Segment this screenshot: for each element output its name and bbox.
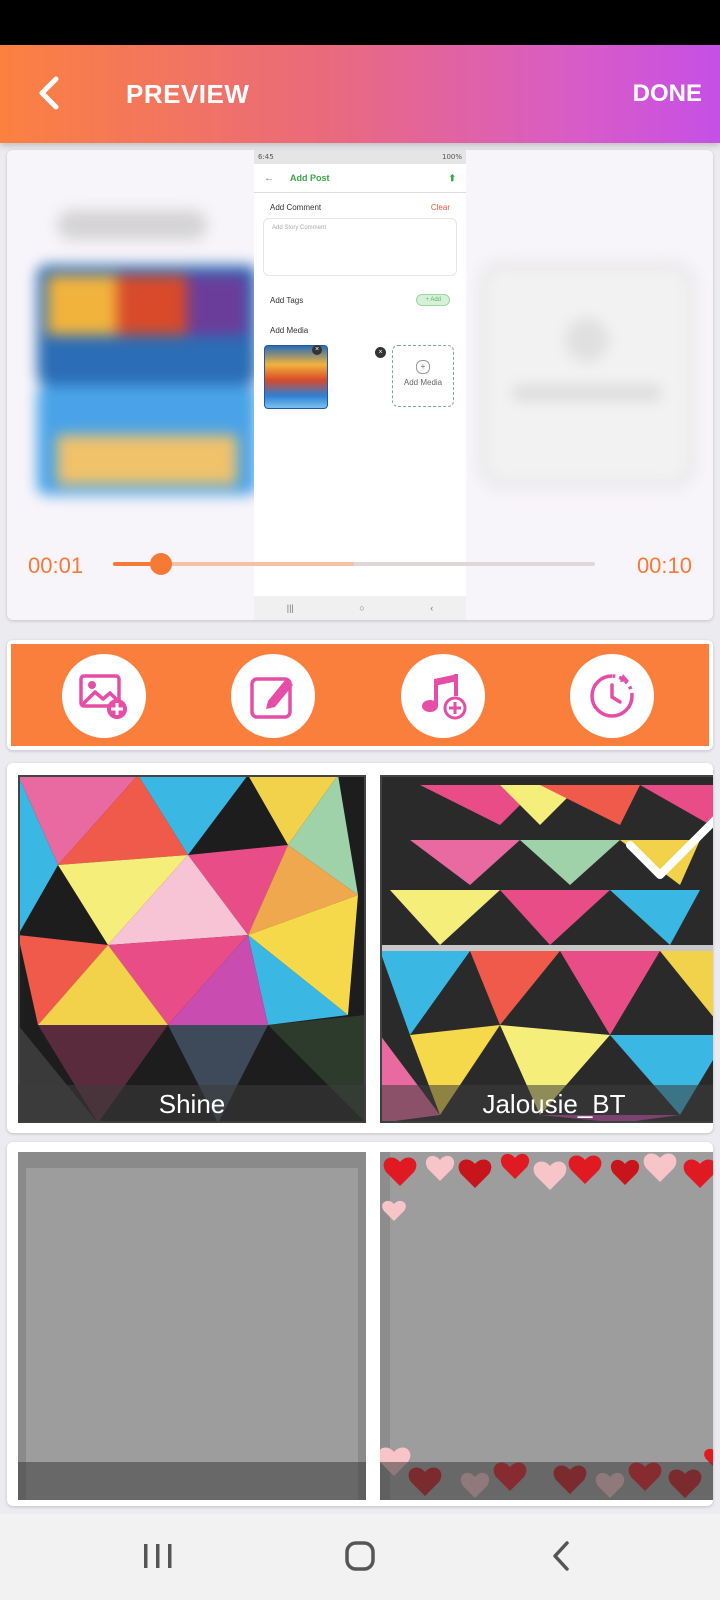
phone-media-row-label: Add Media bbox=[254, 326, 466, 335]
duration-button[interactable] bbox=[570, 654, 654, 738]
frame-thumbnail bbox=[18, 775, 366, 1123]
back-arrow-icon bbox=[39, 76, 59, 110]
phone-add-media-label: Add Media bbox=[403, 378, 443, 387]
frame-thumbnail bbox=[380, 775, 713, 1123]
phone-recents-icon: ||| bbox=[286, 603, 294, 613]
phone-add-media: + Add Media bbox=[392, 345, 454, 407]
editing-toolbar bbox=[7, 640, 713, 750]
blurred-background-right bbox=[479, 262, 695, 488]
phone-tags-label: Add Tags bbox=[270, 295, 304, 305]
frame-tile-jalousie[interactable]: Jalousie_BT bbox=[380, 775, 713, 1123]
add-music-button[interactable] bbox=[401, 654, 485, 738]
app-bar: PREVIEW DONE bbox=[0, 45, 720, 143]
duration-icon bbox=[590, 674, 634, 718]
frame-tile-plain[interactable] bbox=[18, 1152, 366, 1500]
seek-thumb[interactable] bbox=[150, 553, 173, 575]
add-music-icon bbox=[422, 674, 467, 720]
phone-back-nav-icon: ‹ bbox=[430, 603, 434, 613]
video-preview[interactable]: 6:45 100% ← Add Post ⬆ Add Comment Clear… bbox=[7, 150, 713, 620]
page-title: PREVIEW bbox=[126, 79, 250, 109]
frame-label bbox=[18, 1462, 366, 1500]
frame-thumbnail bbox=[26, 1168, 358, 1500]
blurred-background-left bbox=[37, 210, 257, 495]
phone-comment-box: Add Story Comment bbox=[263, 218, 457, 276]
phone-status-battery: 100% bbox=[441, 153, 462, 161]
toolbar-background bbox=[11, 644, 709, 746]
recents-button[interactable] bbox=[128, 1534, 188, 1580]
phone-home-icon: ○ bbox=[359, 603, 365, 613]
status-bar bbox=[0, 0, 720, 45]
phone-tags-row: Add Tags + Add bbox=[254, 294, 466, 306]
frame-label: Shine bbox=[158, 1089, 226, 1119]
frame-thumbnail bbox=[380, 1152, 713, 1500]
done-button[interactable]: DONE bbox=[633, 45, 702, 143]
current-time: 00:01 bbox=[28, 553, 84, 578]
phone-header: ← Add Post ⬆ bbox=[254, 164, 466, 193]
frame-label: Jalousie_BT bbox=[482, 1089, 626, 1119]
seek-bar[interactable] bbox=[113, 553, 595, 575]
total-time: 00:10 bbox=[636, 553, 692, 578]
add-image-button[interactable] bbox=[62, 654, 146, 738]
recents-icon bbox=[144, 1544, 172, 1568]
frame-label bbox=[380, 1462, 713, 1500]
phone-header-title: Add Post bbox=[290, 173, 330, 183]
phone-upload-icon: ⬆ bbox=[448, 172, 456, 183]
frames-row bbox=[7, 1142, 713, 1506]
phone-clear-label: Clear bbox=[430, 203, 450, 212]
phone-remove-icon: × bbox=[312, 345, 322, 355]
frame-tile-hearts[interactable] bbox=[380, 1152, 713, 1500]
back-nav-icon bbox=[553, 1541, 569, 1571]
frame-tile-shine[interactable]: Shine bbox=[18, 775, 366, 1123]
back-button[interactable] bbox=[28, 69, 78, 119]
phone-comment-label: Add Comment bbox=[270, 203, 322, 212]
home-icon bbox=[345, 1541, 375, 1571]
phone-remove-icon: × bbox=[375, 347, 386, 358]
phone-status-bar: 6:45 100% bbox=[254, 150, 466, 164]
back-nav-button[interactable] bbox=[532, 1534, 592, 1580]
phone-back-icon: ← bbox=[264, 172, 274, 184]
phone-add-tag: + Add bbox=[416, 294, 450, 306]
edit-icon bbox=[250, 677, 293, 719]
phone-media-row: × × + Add Media bbox=[254, 341, 466, 411]
phone-add-icon: + bbox=[416, 360, 430, 374]
phone-nav-bar: ||| ○ ‹ bbox=[254, 596, 466, 620]
phone-media-label: Add Media bbox=[270, 326, 309, 335]
add-image-icon bbox=[79, 674, 127, 719]
frames-row: Shine Jalousie_BT bbox=[7, 763, 713, 1133]
phone-status-time: 6:45 bbox=[258, 153, 274, 161]
system-nav-bar bbox=[0, 1514, 720, 1600]
phone-screenshot: 6:45 100% ← Add Post ⬆ Add Comment Clear… bbox=[254, 150, 466, 620]
home-button[interactable] bbox=[330, 1534, 390, 1580]
edit-button[interactable] bbox=[231, 654, 315, 738]
phone-comment-row: Add Comment Clear bbox=[254, 203, 466, 212]
